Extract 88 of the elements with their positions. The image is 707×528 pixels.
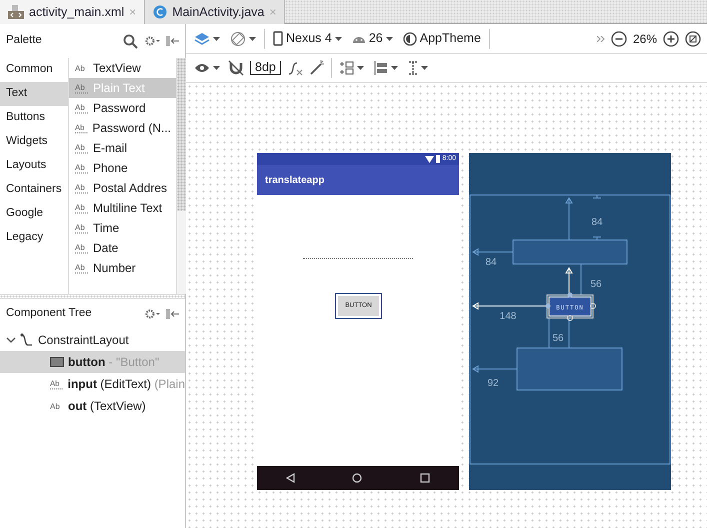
settings-icon	[144, 308, 160, 320]
dimension-label: 56	[552, 333, 564, 344]
clear-constraints-icon	[286, 60, 303, 76]
palette-item[interactable]: Ab E-mail	[69, 138, 176, 158]
rotate-icon	[230, 30, 246, 46]
search-icon	[123, 34, 138, 48]
palette-category[interactable]: Text	[0, 82, 68, 106]
collapse-panel-icon	[166, 308, 179, 320]
device-dropdown[interactable]: Nexus 4	[271, 29, 344, 48]
palette-item[interactable]: Ab TextView	[69, 58, 176, 78]
tree-row[interactable]: Ab out (TextView)	[0, 395, 185, 417]
settings-icon	[144, 35, 160, 47]
recents-icon	[420, 473, 430, 483]
layers-icon	[194, 32, 210, 46]
caret-icon	[356, 66, 364, 70]
dimension-label: 56	[590, 279, 602, 290]
button-widget-icon	[50, 357, 64, 367]
tree-label: out (TextView)	[68, 398, 146, 415]
palette-item[interactable]: Ab Date	[69, 238, 176, 258]
tree-label: input (EditText) (Plain	[68, 376, 185, 393]
zoom-in-icon	[663, 30, 679, 46]
eye-icon	[194, 63, 210, 73]
pack-icon	[340, 61, 354, 75]
caret-icon	[213, 66, 220, 70]
caret-icon	[386, 36, 393, 40]
zoom-to-fit-icon	[685, 30, 701, 46]
dimension-label: 148	[500, 311, 516, 322]
wifi-icon	[425, 156, 434, 162]
palette-item[interactable]: Ab Phone	[69, 158, 176, 178]
caret-icon	[213, 36, 220, 40]
design-surface-button[interactable]	[192, 32, 222, 46]
tree-label: button - "Button"	[68, 354, 160, 371]
tree-row[interactable]: button - "Button"	[0, 351, 185, 373]
back-icon	[286, 473, 295, 483]
scrollbar-thumb[interactable]	[177, 58, 186, 211]
file-tab[interactable]: activity_main.xml ×	[0, 0, 146, 24]
palette-category[interactable]: Containers	[0, 178, 68, 202]
file-tab[interactable]: MainActivity.java ×	[145, 0, 286, 24]
dimension-label: 84	[485, 257, 497, 268]
palette-item[interactable]: Ab Postal Addres	[69, 178, 176, 198]
dimension-label: 92	[487, 378, 499, 389]
battery-icon	[436, 155, 440, 163]
widget-outline[interactable]	[516, 348, 622, 390]
class-file-icon	[153, 5, 168, 19]
palette-item[interactable]: Ab Multiline Text	[69, 198, 176, 218]
zoom-level: 26%	[632, 30, 657, 48]
chevrons-icon	[596, 36, 605, 42]
caret-icon	[390, 66, 398, 70]
palette-item[interactable]: Ab Number	[69, 258, 176, 278]
theme-icon	[402, 32, 417, 46]
palette-category[interactable]: Legacy	[0, 226, 68, 250]
align-icon	[374, 61, 388, 75]
tree-row[interactable]: Ab input (EditText) (Plain	[0, 373, 185, 395]
zoom-out-icon	[610, 30, 627, 46]
theme-dropdown[interactable]: AppTheme	[400, 29, 483, 48]
palette-category[interactable]: Google	[0, 202, 68, 226]
pack-button[interactable]	[338, 61, 366, 75]
align-button[interactable]	[372, 61, 400, 75]
text-view-icon: Ab	[50, 400, 64, 412]
tree-label: ConstraintLayout	[38, 332, 129, 349]
text-view-icon: Ab	[75, 62, 89, 74]
palette-category[interactable]: Layouts	[0, 154, 68, 178]
caret-icon	[420, 66, 428, 70]
orientation-button[interactable]	[228, 30, 258, 46]
caret-icon	[334, 36, 342, 40]
palette-category[interactable]: Widgets	[0, 130, 68, 154]
api-level-dropdown[interactable]: 26	[350, 29, 395, 48]
palette-item[interactable]: Ab Password (N...	[69, 118, 176, 138]
panel-title: Palette	[6, 33, 42, 48]
panel-title: Component Tree	[6, 306, 92, 322]
magnet-off-icon	[228, 60, 244, 76]
palette-category[interactable]: Buttons	[0, 106, 68, 130]
palette-category[interactable]: Common	[0, 58, 68, 82]
caret-icon	[249, 36, 256, 40]
xml-file-icon	[8, 5, 24, 19]
tree-row[interactable]: ConstraintLayout	[0, 329, 185, 351]
app-title: translateapp	[265, 174, 324, 188]
phone-icon	[273, 31, 283, 46]
default-margin-button[interactable]: 8dp	[250, 60, 281, 76]
widget-outline[interactable]	[512, 240, 628, 264]
constraint-icon	[20, 333, 34, 347]
palette-item[interactable]: Ab Time	[69, 218, 176, 238]
palette-item[interactable]: Ab Password	[69, 98, 176, 118]
magic-wand-icon	[308, 60, 325, 76]
collapse-panel-icon	[166, 35, 179, 47]
home-icon	[352, 473, 362, 483]
guideline-icon	[408, 61, 418, 75]
dimension-label: 84	[591, 217, 603, 228]
